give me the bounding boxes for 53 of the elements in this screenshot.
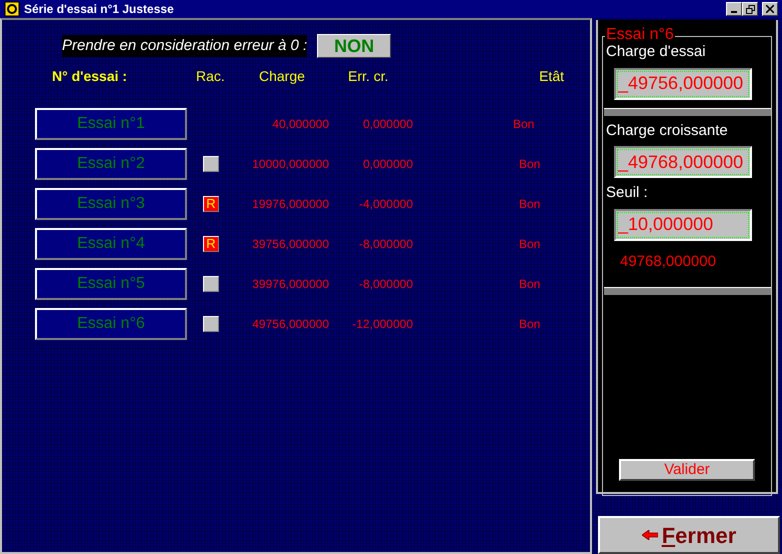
close-button[interactable] [762, 2, 778, 16]
close-window-button[interactable]: Fermer [598, 516, 780, 554]
field-label: Charge d'essai [606, 42, 707, 62]
toggle-button[interactable]: NON [317, 34, 392, 58]
trial-button[interactable]: Essai n°4 [35, 228, 187, 260]
charge-value: 39756,000000 [251, 236, 329, 253]
column-header: Rac. [196, 67, 226, 86]
app-icon [4, 1, 20, 17]
validate-button[interactable]: Valider [619, 459, 755, 481]
error-value: -8,000000 [358, 276, 413, 293]
column-header: Etât [538, 67, 564, 86]
trial-button[interactable]: Essai n°6 [35, 308, 187, 340]
minimize-button[interactable] [726, 2, 742, 16]
column-header: Err. cr. [348, 67, 390, 86]
field-label: Seuil : [606, 183, 649, 203]
status-value: Bon [513, 116, 534, 133]
field-label: Charge croissante [606, 120, 729, 140]
error-value: -4,000000 [358, 196, 413, 213]
checkbox[interactable] [203, 316, 219, 332]
charge-value: 49756,000000 [251, 316, 329, 333]
error-value: 0,000000 [362, 156, 413, 173]
input-field[interactable]: _49768,000000 [614, 146, 752, 178]
column-header: Charge [259, 67, 306, 86]
input-field[interactable]: _10,000000 [614, 208, 752, 240]
charge-value: 10000,000000 [251, 156, 329, 173]
charge-value: 19976,000000 [251, 196, 329, 213]
checkbox[interactable] [203, 156, 219, 172]
checkbox[interactable] [203, 276, 219, 292]
window-title: Série d'essai n°1 Justesse [24, 1, 174, 18]
restore-icon [746, 4, 754, 14]
trial-button[interactable]: Essai n°2 [35, 148, 187, 180]
checkbox[interactable]: R [203, 196, 219, 212]
arrow-icon [642, 530, 658, 540]
status-value: Bon [519, 196, 540, 213]
close-icon [766, 5, 774, 13]
prompt-label: Prendre en consideration erreur à 0 : [62, 34, 308, 58]
trial-button[interactable]: Essai n°1 [35, 108, 187, 140]
column-header: N° d'essai : [52, 67, 128, 86]
restore-button[interactable] [742, 2, 758, 16]
error-value: -12,000000 [351, 316, 413, 333]
status-value: Bon [519, 276, 540, 293]
status-value: Bon [519, 156, 540, 173]
result-value: 49768,000000 [620, 252, 717, 272]
charge-value: 40,000000 [271, 116, 329, 133]
trial-button[interactable]: Essai n°3 [35, 188, 187, 220]
checkbox[interactable]: R [203, 236, 219, 252]
charge-value: 39976,000000 [251, 276, 329, 293]
input-field[interactable]: _49756,000000 [614, 68, 752, 100]
status-value: Bon [519, 316, 540, 333]
status-value: Bon [519, 236, 540, 253]
trial-button[interactable]: Essai n°5 [35, 268, 187, 300]
error-value: -8,000000 [358, 236, 413, 253]
error-value: 0,000000 [362, 116, 413, 133]
